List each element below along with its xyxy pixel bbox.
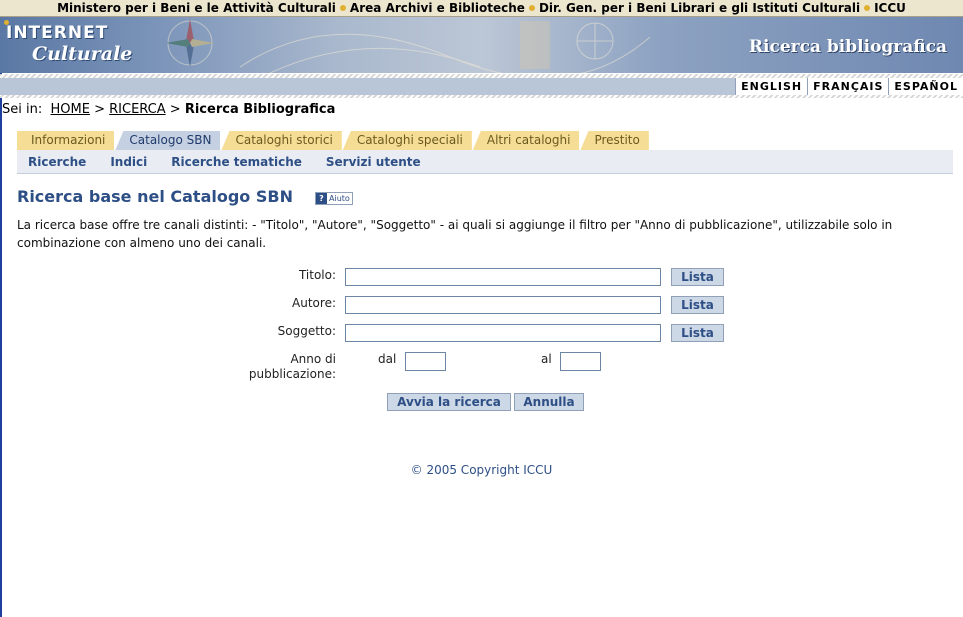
autore-lista-button[interactable]: Lista [671,296,724,314]
al-label: al [541,352,552,366]
site-logo-culturale[interactable]: Culturale [32,43,132,65]
breadcrumb-home[interactable]: HOME [51,102,90,117]
page-title: Ricerca base nel Catalogo SBN [17,187,293,206]
breadcrumb-ricerca[interactable]: RICERCA [109,102,166,117]
bullet-icon [528,5,535,11]
avvia-ricerca-button[interactable]: Avvia la ricerca [387,393,511,411]
help-button[interactable]: ? Aiuto [315,192,353,205]
lang-english[interactable]: ENGLISH [735,78,807,95]
subnav-indici[interactable]: Indici [110,155,147,169]
annulla-button[interactable]: Annulla [514,393,584,411]
tab-altri-cataloghi[interactable]: Altri cataloghi [472,131,580,150]
help-icon: ? [316,193,327,204]
copyright-footer: © 2005 Copyright ICCU [410,463,553,477]
tab-informazioni[interactable]: Informazioni [17,131,115,150]
subnav-ricerche-tematiche[interactable]: Ricerche tematiche [171,155,302,169]
intro-text: La ricerca base offre tre canali distint… [17,218,893,250]
tab-catalogo-sbn[interactable]: Catalogo SBN [115,131,221,150]
bullet-icon [339,5,346,11]
dal-label: dal [378,352,397,366]
tab-prestito[interactable]: Prestito [580,131,649,150]
titolo-lista-button[interactable]: Lista [671,268,724,286]
help-label: Aiuto [329,194,350,203]
soggetto-input[interactable] [345,324,661,342]
compass-map-decoration [166,19,651,73]
banner-subtitle: Ricerca bibliografica [748,37,947,57]
breadcrumb: Sei in: HOME > RICERCA > Ricerca Bibliog… [2,102,335,117]
dirgen-link[interactable]: Dir. Gen. per i Beni Librari e gli Istit… [539,1,860,15]
bullet-icon [864,5,871,11]
tab-cataloghi-speciali[interactable]: Cataloghi speciali [342,131,472,150]
anno-dal-input[interactable] [405,352,446,371]
ministry-link[interactable]: Ministero per i Beni e le Attività Cultu… [57,1,336,15]
archivi-link[interactable]: Area Archivi e Biblioteche [350,1,525,15]
titolo-label: Titolo: [298,268,336,282]
language-links: ENGLISH FRANÇAIS ESPAÑOL [735,78,963,95]
anno-label-line1: Anno di [290,352,336,366]
lang-francais[interactable]: FRANÇAIS [807,78,888,95]
lang-espanol[interactable]: ESPAÑOL [888,78,963,95]
autore-input[interactable] [345,296,661,314]
soggetto-lista-button[interactable]: Lista [671,324,724,342]
iccu-link[interactable]: ICCU [874,1,906,15]
breadcrumb-separator: > [169,102,181,117]
subnav-ricerche[interactable]: Ricerche [28,155,86,169]
soggetto-label: Soggetto: [277,324,336,338]
autore-label: Autore: [292,296,336,310]
site-logo-internet[interactable]: INTERNET [6,23,108,43]
breadcrumb-prefix: Sei in: [2,102,43,117]
anno-label-line2: pubblicazione: [248,367,336,381]
language-bar: ENGLISH FRANÇAIS ESPAÑOL [0,74,963,98]
sub-navigation: Ricerche Indici Ricerche tematiche Servi… [17,150,953,174]
titolo-input[interactable] [345,268,661,286]
tab-cataloghi-storici[interactable]: Cataloghi storici [221,131,342,150]
breadcrumb-current: Ricerca Bibliografica [184,102,336,117]
anno-al-input[interactable] [560,352,601,371]
anno-label: Anno di pubblicazione: [249,352,336,382]
main-tabs: Informazioni Catalogo SBN Cataloghi stor… [17,131,650,150]
subnav-servizi-utente[interactable]: Servizi utente [326,155,421,169]
breadcrumb-separator: > [94,102,105,117]
site-banner: INTERNET Culturale Ricerca bibliografica [0,17,963,73]
ministry-bar: Ministero per i Beni e le Attività Cultu… [0,0,963,17]
